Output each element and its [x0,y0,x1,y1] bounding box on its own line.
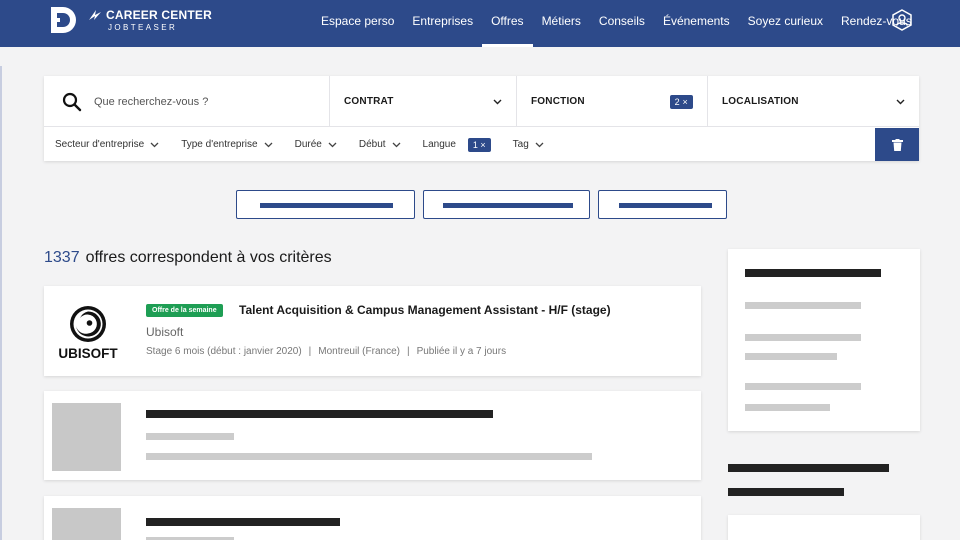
nav-item-espace-perso[interactable]: Espace perso [312,0,403,47]
filter-debut[interactable]: Début [359,139,401,150]
logo-line2-text: JOBTEASER [108,23,178,32]
filter-type[interactable]: Type d'entreprise [181,139,273,150]
skeleton-heading [728,488,844,496]
jobteaser-logo-icon[interactable] [48,4,80,36]
chevron-down-icon [150,142,159,147]
page-left-border [0,66,2,540]
nav-item-offres[interactable]: Offres [482,0,534,47]
fonction-label: FONCTION [531,96,585,107]
search-icon [62,92,82,111]
fonction-select[interactable]: FONCTION 2 × [517,76,708,127]
nav-item-conseils[interactable]: Conseils [590,0,654,47]
langue-count-badge[interactable]: 1 × [467,137,491,152]
offer-meta: Stage 6 mois (début : janvier 2020) | Mont… [146,346,506,357]
company-name[interactable]: Ubisoft [146,325,183,339]
placeholder-bar [619,203,712,208]
results-count: 1337 [44,249,80,266]
chevron-down-icon [535,142,544,147]
offer-location: Montreuil (France) [318,346,400,357]
filter-row: Secteur d'entreprise Type d'entreprise D… [44,128,566,161]
filter-duree[interactable]: Durée [295,139,337,150]
skeleton-logo [52,403,121,471]
search-box [44,76,330,127]
skeleton-title [146,518,340,526]
placeholder-button-1[interactable] [236,190,415,219]
localisation-select[interactable]: LOCALISATION [708,76,919,127]
main-nav: Espace perso Entreprises Offres Métiers … [312,0,921,47]
placeholder-button-2[interactable] [423,190,590,219]
contrat-label: CONTRAT [344,96,394,107]
spark-icon [89,10,101,20]
skeleton-line [745,404,830,411]
chevron-down-icon [392,142,400,147]
skeleton-line [745,383,861,390]
placeholder-button-3[interactable] [598,190,727,219]
skeleton-line [745,302,861,309]
nav-item-evenements[interactable]: Événements [654,0,739,47]
offer-contract: Stage 6 mois (début : janvier 2020) [146,346,302,357]
offer-card-skeleton [44,496,701,540]
nav-item-soyez-curieux[interactable]: Soyez curieux [739,0,832,47]
logo-line1-text: CAREER CENTER [106,8,212,22]
chevron-down-icon [896,99,905,104]
search-input[interactable] [94,95,314,108]
skeleton-logo [52,508,121,540]
nav-item-entreprises[interactable]: Entreprises [403,0,482,47]
skeleton-title [146,410,493,418]
skeleton-line [146,433,234,440]
clear-filters-button[interactable] [875,128,919,161]
filter-debut-label: Début [358,139,386,150]
search-panel: CONTRAT FONCTION 2 × LOCALISATION Secteu… [44,76,919,161]
meta-separator: | [308,346,312,357]
sidebar-card-skeleton [728,249,920,431]
filter-langue[interactable]: Langue 1 × [422,137,491,152]
results-heading: 1337 offres correspondent à vos critères [44,249,332,267]
skeleton-heading [728,464,889,472]
job-title-link[interactable]: Talent Acquisition & Campus Management A… [239,303,611,317]
chevron-down-icon [328,142,337,147]
localisation-label: LOCALISATION [722,96,799,107]
contrat-select[interactable]: CONTRAT [330,76,517,127]
filter-secteur-label: Secteur d'entreprise [55,139,145,150]
trash-icon [891,138,903,151]
offer-card[interactable]: UBISOFT Offre de la semaine Talent Acqui… [44,286,701,376]
offer-of-week-badge: Offre de la semaine [146,304,223,317]
placeholder-bar [260,203,393,208]
fonction-count-badge[interactable]: 2 × [669,94,693,109]
logo-text: UBISOFT [58,346,118,361]
results-label: offres correspondent à vos critères [85,249,332,266]
offer-card-skeleton [44,391,701,480]
skeleton-line [745,353,837,360]
search-row: CONTRAT FONCTION 2 × LOCALISATION [44,76,919,127]
logo-wordmark[interactable]: CAREER CENTER JOBTEASER [88,8,212,32]
meta-separator: | [406,346,410,357]
filter-langue-label: Langue [422,139,456,150]
sidebar-card-skeleton [728,515,920,540]
skeleton-title [745,269,881,277]
user-shield-icon[interactable] [891,9,913,31]
top-navbar: CAREER CENTER JOBTEASER Espace perso Ent… [0,0,960,47]
skeleton-line [146,453,592,460]
filter-type-label: Type d'entreprise [181,139,258,150]
filter-secteur[interactable]: Secteur d'entreprise [55,139,159,150]
offer-published: Publiée il y a 7 jours [416,346,507,357]
chevron-down-icon [264,142,273,147]
filter-tag-label: Tag [512,139,529,150]
filter-duree-label: Durée [294,139,322,150]
nav-item-metiers[interactable]: Métiers [533,0,590,47]
ubisoft-swirl-icon: UBISOFT [58,306,118,361]
chevron-down-icon [493,99,502,104]
placeholder-bar [443,203,573,208]
skeleton-line [745,334,861,341]
ubisoft-logo: UBISOFT [56,302,120,362]
filter-tag[interactable]: Tag [513,139,544,150]
